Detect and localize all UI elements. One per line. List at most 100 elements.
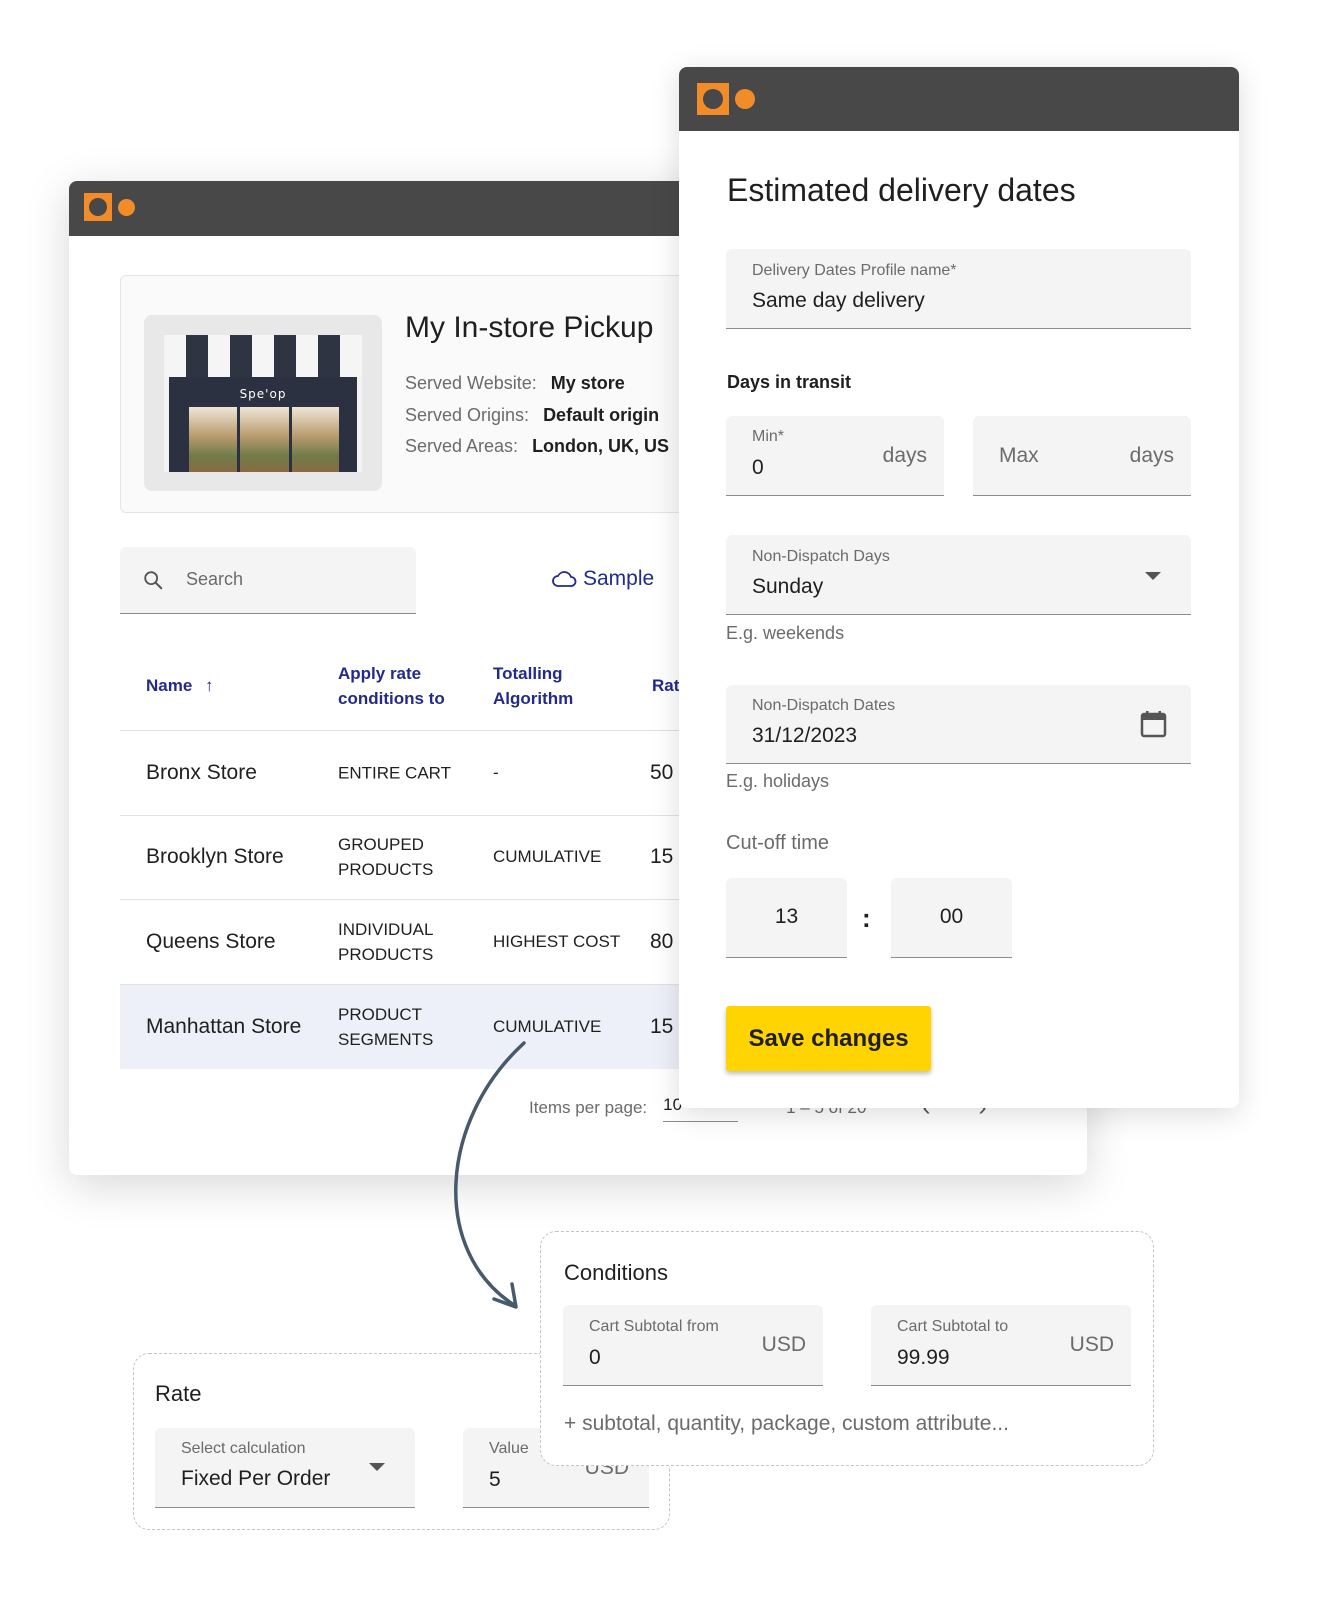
time-separator: : <box>862 903 871 933</box>
field-value: 31/12/2023 <box>752 724 858 747</box>
cell-rate: 80 <box>650 929 674 953</box>
field-value: 0 <box>752 456 764 479</box>
window-titlebar <box>679 67 1239 131</box>
cell-algorithm: HIGHEST COST <box>493 931 621 951</box>
add-condition-link[interactable]: + subtotal, quantity, package, custom at… <box>564 1412 1009 1436</box>
field-label: Delivery Dates Profile name* <box>752 262 957 279</box>
meta-row-origins: Served Origins: Default origin <box>405 400 669 432</box>
app-logo <box>697 83 755 115</box>
min-days-field[interactable]: Min* 0 days <box>726 416 944 496</box>
field-suffix: USD <box>761 1333 806 1356</box>
logo-dot-icon <box>735 89 755 109</box>
meta-label: Served Areas: <box>405 436 519 456</box>
search-icon <box>144 571 163 590</box>
dropdown-arrow-icon <box>1145 572 1161 580</box>
store-image-frame: Spe'op <box>144 315 382 491</box>
cell-rate: 50 <box>650 760 674 784</box>
cutoff-minute-field[interactable]: 00 <box>891 878 1012 958</box>
table-row-selected[interactable]: Manhattan Store PRODUCT SEGMENTS CUMULAT… <box>120 984 760 1069</box>
field-label: Min* <box>752 428 785 445</box>
field-placeholder: Max <box>999 444 1039 467</box>
table-row[interactable]: Brooklyn Store GROUPED PRODUCTS CUMULATI… <box>120 816 760 900</box>
rates-table: Name ↑ Apply rate conditions to Totallin… <box>120 641 760 1069</box>
field-label: Cart Subtotal to <box>897 1318 1009 1335</box>
cell-algorithm: CUMULATIVE <box>493 1016 602 1036</box>
meta-label: Served Origins: <box>405 404 530 425</box>
dropdown-arrow-icon <box>369 1463 385 1471</box>
table-row[interactable]: Queens Store INDIVIDUAL PRODUCTS HIGHEST… <box>120 900 760 985</box>
cell-name: Brooklyn Store <box>146 845 284 869</box>
cell-name: Bronx Store <box>146 760 257 784</box>
store-title: My In-store Pickup <box>405 311 654 344</box>
shop-facade: Spe'op <box>169 377 357 472</box>
field-value: Fixed Per Order <box>181 1467 331 1490</box>
non-dispatch-dates-hint: E.g. holidays <box>726 771 830 791</box>
field-suffix: USD <box>1069 1333 1114 1356</box>
field-value: Same day delivery <box>752 289 925 312</box>
shop-sign: Spe'op <box>239 387 287 401</box>
cell-apply: GROUPED PRODUCTS <box>338 835 434 880</box>
cell-apply: PRODUCT SEGMENTS <box>338 1004 434 1049</box>
store-card: Spe'op My In-store Pickup Served Website… <box>120 275 740 513</box>
cell-apply: INDIVIDUAL PRODUCTS <box>338 919 434 964</box>
cell-name: Queens Store <box>146 929 276 953</box>
meta-value: My store <box>550 373 625 393</box>
shop-window <box>187 407 339 472</box>
cutoff-time-label: Cut-off time <box>726 832 829 854</box>
logo-dot-icon <box>118 198 135 216</box>
delivery-dates-window: Estimated delivery dates Delivery Dates … <box>679 67 1239 1108</box>
cell-algorithm: - <box>493 762 499 782</box>
store-image: Spe'op <box>164 335 362 472</box>
non-dispatch-days-hint: E.g. weekends <box>726 623 845 643</box>
column-header-apply[interactable]: Apply rate conditions to <box>338 661 468 711</box>
column-header-algorithm[interactable]: Totalling Algorithm <box>493 661 593 711</box>
field-label: Non-Dispatch Days <box>752 548 890 565</box>
field-suffix: days <box>1129 444 1174 467</box>
sort-ascending-icon: ↑ <box>205 676 214 695</box>
cloud-icon <box>552 571 577 587</box>
search-input[interactable]: Search <box>120 547 416 614</box>
conditions-panel: Conditions Cart Subtotal from 0 USD Cart… <box>540 1231 1154 1466</box>
meta-row-website: Served Website: My store <box>405 368 669 400</box>
non-dispatch-days-select[interactable]: Non-Dispatch Days Sunday <box>726 535 1191 615</box>
calculation-select[interactable]: Select calculation Fixed Per Order <box>155 1428 415 1508</box>
cell-apply: ENTIRE CART <box>338 763 452 783</box>
non-dispatch-dates-field[interactable]: Non-Dispatch Dates 31/12/2023 <box>726 685 1191 764</box>
column-header-rate[interactable]: Rat <box>652 673 679 698</box>
logo-square-icon <box>84 193 112 221</box>
days-in-transit-label: Days in transit <box>727 372 852 392</box>
store-meta: Served Website: My store Served Origins: D… <box>405 368 669 463</box>
column-header-name[interactable]: Name ↑ <box>146 673 214 698</box>
rate-title: Rate <box>155 1381 202 1406</box>
field-label: Value <box>489 1440 529 1457</box>
cell-rate: 15 <box>650 1014 674 1038</box>
cutoff-hour-field[interactable]: 13 <box>726 878 847 958</box>
page-title: Estimated delivery dates <box>727 172 1076 208</box>
meta-value: Default origin <box>543 404 660 425</box>
cell-name: Manhattan Store <box>146 1014 302 1038</box>
field-value: 13 <box>774 905 799 928</box>
profile-name-field[interactable]: Delivery Dates Profile name* Same day de… <box>726 249 1191 329</box>
field-value: 00 <box>939 905 964 928</box>
cart-subtotal-from-field[interactable]: Cart Subtotal from 0 USD <box>563 1305 823 1386</box>
awning-stripes <box>164 335 362 377</box>
sample-button[interactable]: Sample <box>551 567 654 591</box>
field-value: Sunday <box>752 575 824 598</box>
meta-label: Served Website: <box>405 373 537 393</box>
search-placeholder: Search <box>186 569 244 589</box>
cart-subtotal-to-field[interactable]: Cart Subtotal to 99.99 USD <box>871 1305 1131 1386</box>
field-label: Select calculation <box>181 1440 306 1457</box>
logo-square-icon <box>697 83 729 115</box>
field-label: Cart Subtotal from <box>589 1318 719 1335</box>
calendar-icon[interactable] <box>1140 710 1167 738</box>
max-days-field[interactable]: Max days <box>973 416 1191 496</box>
table-header: Name ↑ Apply rate conditions to Totallin… <box>120 641 760 731</box>
cell-rate: 15 <box>650 845 674 869</box>
app-logo <box>84 193 135 221</box>
table-row[interactable]: Bronx Store ENTIRE CART - 50 <box>120 731 760 816</box>
save-changes-button[interactable]: Save changes <box>726 1006 931 1071</box>
column-label: Name <box>146 676 193 695</box>
items-per-page-label: Items per page: <box>529 1097 648 1117</box>
field-label: Non-Dispatch Dates <box>752 697 896 714</box>
cell-algorithm: CUMULATIVE <box>493 847 602 867</box>
